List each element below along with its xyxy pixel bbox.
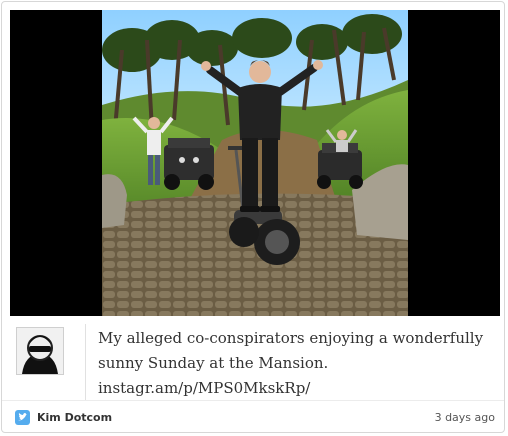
instagram-photo[interactable] [102, 10, 408, 316]
tweet-media[interactable] [10, 10, 500, 316]
timestamp[interactable]: 3 days ago [435, 410, 495, 426]
tweet-text-line-1: My alleged co-conspirators enjoying a wo… [98, 329, 484, 347]
tweet-body: My alleged co-conspirators enjoying a wo… [2, 320, 504, 400]
caret-divider [85, 324, 86, 400]
tweet-footer: Kim Dotcom 3 days ago [2, 400, 504, 432]
tweet-text: My alleged co-conspirators enjoying a wo… [98, 326, 493, 401]
tweet-link[interactable]: instagr.am/p/MPS0MkskRp/ [98, 376, 493, 401]
embedded-tweet-card: My alleged co-conspirators enjoying a wo… [1, 1, 505, 433]
tweet-text-line-2: sunny Sunday at the Mansion. [98, 354, 329, 372]
avatar[interactable] [16, 327, 64, 375]
author-name[interactable]: Kim Dotcom [37, 410, 112, 426]
twitter-bird-icon[interactable] [15, 410, 30, 425]
